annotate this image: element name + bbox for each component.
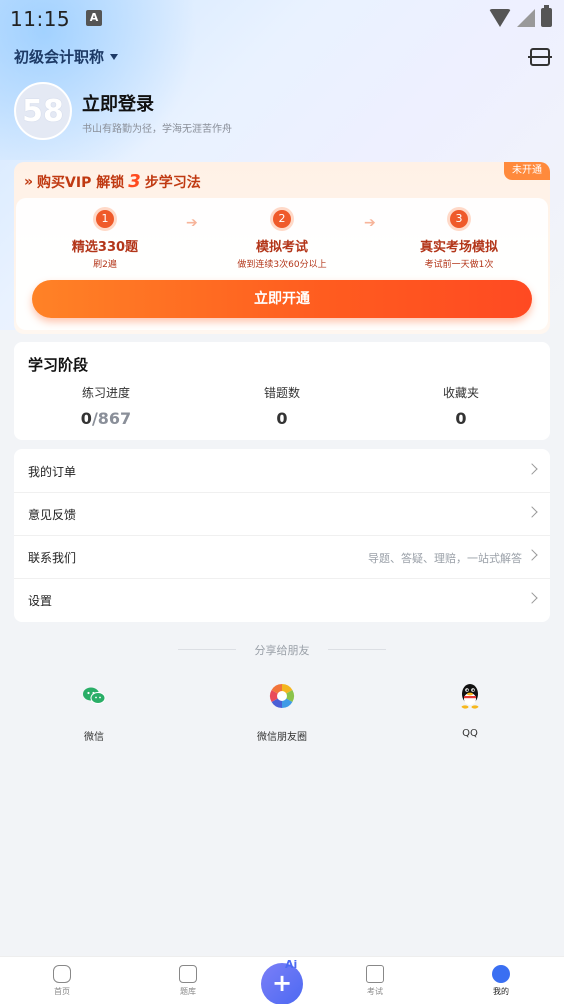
ai-badge: Ai (285, 958, 298, 971)
progress-total: /867 (91, 409, 132, 428)
profile-motto: 书山有路勤为径，学海无涯苦作舟 (82, 124, 232, 135)
chevron-right-icon (526, 506, 538, 518)
status-time: 11:15 (10, 7, 71, 31)
wechat-icon (83, 687, 106, 704)
menu-item-orders[interactable]: 我的订单 (14, 449, 550, 493)
login-button[interactable]: 立即登录 (82, 90, 154, 116)
signal-icon (517, 8, 535, 27)
arrow-right-icon: ➔ (186, 215, 198, 231)
profile-icon (492, 965, 510, 983)
progress-done: 0 (80, 409, 92, 428)
tab-exam[interactable]: 考试 (345, 965, 405, 997)
vip-step-2: 2 模拟考试 做到连续3次60分以上 (207, 210, 357, 270)
vip-status-badge: 未开通 (504, 162, 550, 180)
step-subtitle: 刷2遍 (93, 260, 117, 270)
share-wechat[interactable]: 微信 (34, 682, 154, 743)
caret-down-icon (110, 53, 119, 60)
menu-card: 我的订单 意见反馈 联系我们 导题、答疑、理赔，一站式解答 设置 (14, 449, 550, 622)
tab-label: 我的 (493, 987, 509, 996)
menu-note: 导题、答疑、理赔，一站式解答 (368, 552, 522, 565)
course-selector[interactable]: 初级会计职称 (14, 46, 119, 67)
qq-icon (461, 684, 479, 709)
tab-profile[interactable]: 我的 (471, 965, 531, 997)
status-icons (489, 5, 552, 27)
open-vip-button[interactable]: 立即开通 (32, 280, 532, 318)
notification-a-icon: A (86, 10, 102, 26)
stat-label: 收藏夹 (442, 386, 479, 400)
double-chevron-icon: » (24, 173, 34, 190)
status-bar: 11:15 A (0, 0, 564, 38)
battery-icon (541, 5, 552, 27)
stat-value: 0/867 (36, 409, 176, 428)
tab-home[interactable]: 首页 (32, 965, 92, 997)
vip-suffix: 步学习法 (144, 174, 201, 191)
stage-title: 学习阶段 (28, 356, 89, 374)
stat-value: 0 (455, 409, 467, 428)
share-label: 微信 (84, 732, 104, 743)
stat-value: 0 (276, 409, 288, 428)
course-name: 初级会计职称 (14, 48, 105, 66)
tab-label: 考试 (367, 987, 383, 996)
stat-label: 练习进度 (81, 386, 130, 400)
study-stage-card: 学习阶段 练习进度 0/867 错题数 0 收藏夹 0 (14, 342, 550, 440)
menu-label: 联系我们 (28, 551, 77, 565)
menu-item-contact[interactable]: 联系我们 导题、答疑、理赔，一站式解答 (14, 535, 550, 579)
chevron-right-icon (526, 549, 538, 561)
avatar[interactable]: 58 (14, 82, 72, 140)
vip-step-1: 1 精选330题 刷2遍 (30, 210, 180, 270)
menu-label: 我的订单 (28, 465, 77, 479)
tab-label: 题库 (180, 987, 196, 996)
home-icon (53, 965, 71, 983)
vip-headline: » 购买VIP 解锁 3 步学习法 (24, 171, 201, 192)
arrow-right-icon: ➔ (364, 215, 376, 231)
step-number: 1 (96, 210, 114, 228)
share-title: 分享给朋友 (254, 644, 310, 657)
moments-icon (269, 684, 295, 708)
tab-question-bank[interactable]: 题库 (158, 965, 218, 997)
menu-label: 意见反馈 (28, 508, 77, 522)
step-title: 真实考场模拟 (419, 240, 498, 255)
question-bank-icon (179, 965, 197, 983)
step-subtitle: 做到连续3次60分以上 (237, 260, 327, 270)
divider (328, 649, 386, 650)
menu-item-settings[interactable]: 设置 (14, 578, 550, 622)
tab-label: 首页 (54, 987, 70, 996)
vip-step-3: 3 真实考场模拟 考试前一天做1次 (384, 210, 534, 270)
chevron-right-icon (526, 463, 538, 475)
vip-prefix: 购买VIP 解锁 (37, 174, 125, 191)
stat-label: 错题数 (263, 386, 300, 400)
vip-steps-count: 3 (128, 171, 141, 192)
scan-icon[interactable] (528, 48, 552, 66)
share-moments[interactable]: 微信朋友圈 (222, 682, 342, 743)
chevron-right-icon (526, 592, 538, 604)
step-number: 2 (273, 210, 291, 228)
share-label: 微信朋友圈 (257, 732, 307, 743)
menu-item-feedback[interactable]: 意见反馈 (14, 492, 550, 536)
menu-label: 设置 (28, 594, 53, 608)
step-subtitle: 考试前一天做1次 (424, 260, 494, 270)
step-number: 3 (450, 210, 468, 228)
exam-icon (366, 965, 384, 983)
step-title: 模拟考试 (255, 240, 308, 255)
stat-progress[interactable]: 练习进度 0/867 (36, 384, 176, 428)
share-qq[interactable]: QQ (410, 682, 530, 739)
stat-wrong-count[interactable]: 错题数 0 (212, 384, 352, 428)
step-title: 精选330题 (71, 240, 139, 255)
share-label: QQ (462, 728, 478, 739)
wifi-icon (489, 8, 511, 27)
stat-favorites[interactable]: 收藏夹 0 (391, 384, 531, 428)
vip-card[interactable]: » 购买VIP 解锁 3 步学习法 未开通 1 精选330题 刷2遍 ➔ 2 模… (14, 162, 550, 334)
